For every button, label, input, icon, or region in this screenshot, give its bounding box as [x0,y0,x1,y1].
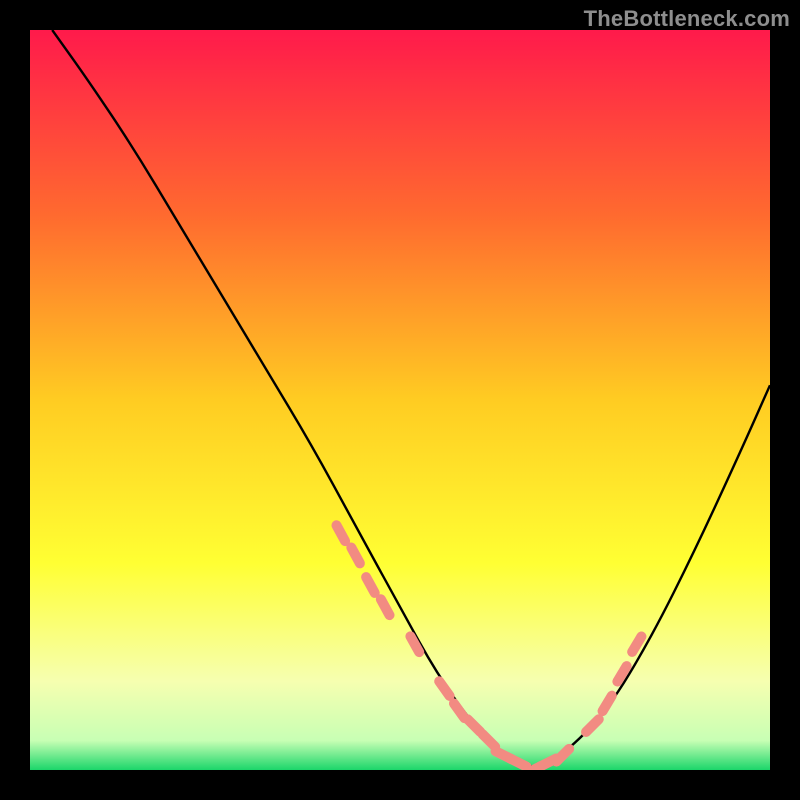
plot-area [30,30,770,770]
chart-frame: TheBottleneck.com [0,0,800,800]
watermark-text: TheBottleneck.com [584,6,790,32]
gradient-background [30,30,770,770]
chart-svg [30,30,770,770]
